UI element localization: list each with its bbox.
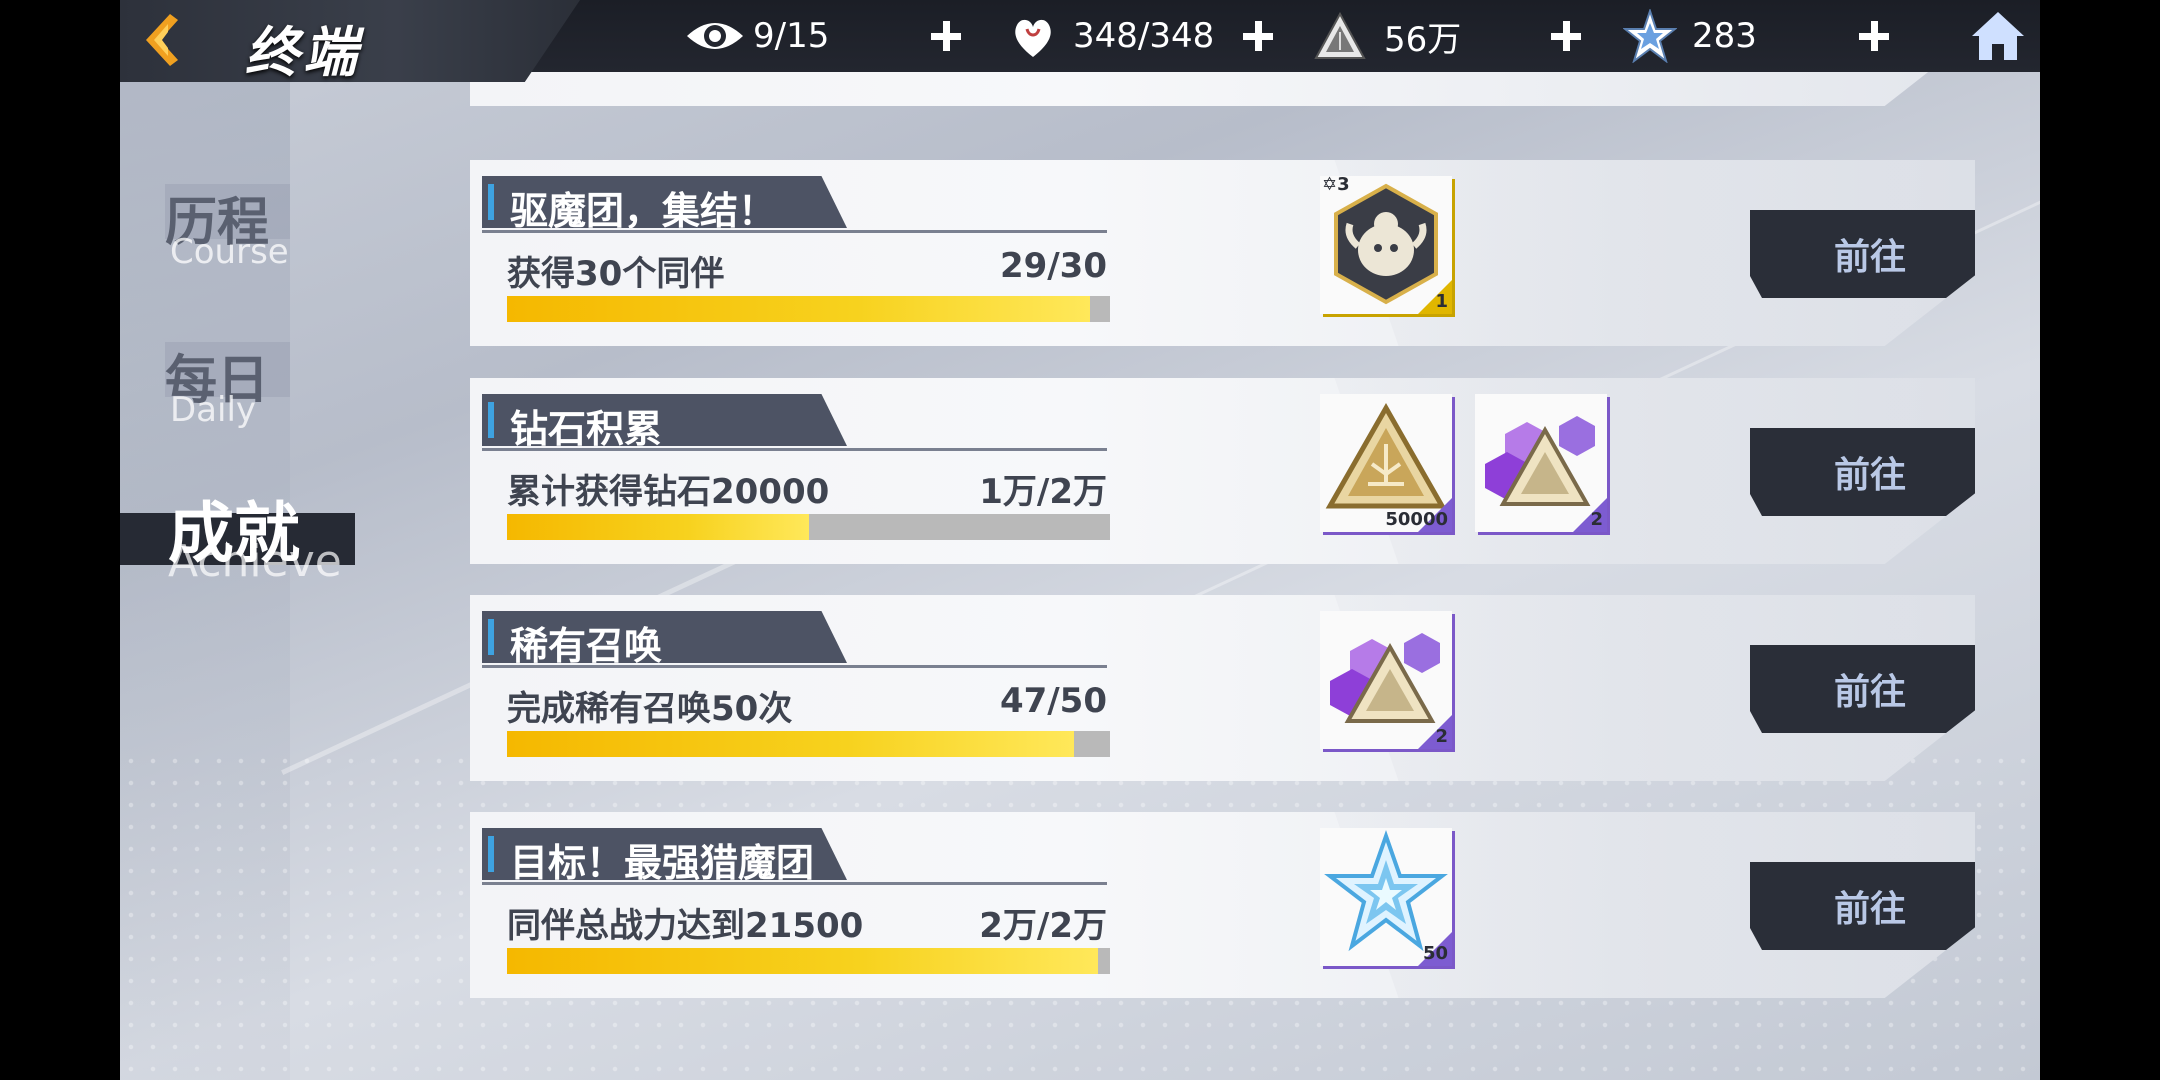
task-progress-fill [507, 514, 809, 540]
reward-item[interactable]: 50 [1320, 828, 1452, 966]
reward-quantity: 2 [1435, 726, 1448, 747]
task-divider [482, 448, 1107, 451]
add-stamina-button[interactable] [928, 18, 964, 54]
reward-star-badge: ✡3 [1322, 176, 1350, 195]
task-progress-fill [507, 731, 1074, 757]
add-diamond-button[interactable] [1548, 18, 1584, 54]
resource-value: 283 [1692, 16, 1757, 56]
reward-item[interactable]: 1 ✡3 [1320, 176, 1452, 314]
reward-star-count: 3 [1337, 176, 1350, 195]
task-title-bar: 钻石积累 [482, 394, 847, 446]
task-title: 钻石积累 [510, 407, 663, 451]
task-description: 累计获得钻石20000 [507, 472, 830, 512]
go-button[interactable]: 前往 [1750, 428, 1975, 516]
back-arrow-icon [146, 14, 178, 66]
game-screen: 终端 9/15 348/348 56万 283 历程 Course 每日 Dai… [120, 0, 2040, 1080]
eye-icon [685, 10, 745, 62]
task-title-bar: 目标！最强猎魔团 [482, 828, 847, 880]
tab-course[interactable]: 历程 Course [120, 180, 360, 280]
add-star-button[interactable] [1856, 18, 1892, 54]
task-card: 稀有召唤完成稀有召唤50次 47/50 2 前往 [470, 595, 1975, 781]
resource-value: 56万 [1384, 19, 1462, 60]
go-button-label: 前往 [1833, 455, 1906, 496]
page-title: 终端 [245, 21, 361, 84]
task-progress-text: 2万/2万 [979, 906, 1107, 946]
blue-star-icon [1620, 9, 1680, 63]
task-title: 目标！最强猎魔团 [510, 841, 815, 885]
go-button-label: 前往 [1833, 672, 1906, 713]
resource-value: 348/348 [1073, 16, 1215, 56]
reward-quantity: 50 [1422, 943, 1448, 964]
back-button[interactable] [138, 8, 188, 72]
resource-star: 283 [1620, 9, 1757, 63]
reward-item[interactable]: 2 [1320, 611, 1452, 749]
task-progress-fill [507, 948, 1098, 974]
diamond-triangle-icon [1310, 10, 1370, 62]
task-description: 完成稀有召唤50次 [507, 689, 793, 729]
go-button[interactable]: 前往 [1750, 862, 1975, 950]
task-progress-bar [507, 948, 1110, 974]
reward-item[interactable]: 50000 [1320, 394, 1452, 532]
resource-heart: 348/348 [1003, 10, 1214, 62]
go-button-label: 前往 [1833, 889, 1906, 930]
task-description: 同伴总战力达到21500 [507, 906, 864, 946]
task-title-bar: 驱魔团，集结！ [482, 176, 847, 228]
task-progress-text: 47/50 [999, 681, 1107, 721]
tab-daily[interactable]: 每日 Daily [120, 338, 360, 438]
reward-item[interactable]: 2 [1475, 394, 1607, 532]
task-card: 驱魔团，集结！ 获得30个同伴 29/30 1 ✡3 前往 [470, 160, 1975, 346]
task-progress-text: 29/30 [999, 246, 1107, 286]
tab-achieve[interactable]: 成就 Achieve [120, 470, 380, 587]
resource-value: 9/15 [753, 16, 830, 56]
go-button[interactable]: 前往 [1750, 210, 1975, 298]
task-title-bar: 稀有召唤 [482, 611, 847, 663]
tab-daily-sublabel: Daily [170, 390, 257, 430]
resource-stamina: 9/15 [685, 10, 829, 62]
task-description: 获得30个同伴 [507, 254, 725, 294]
task-progress-bar [507, 731, 1110, 757]
task-progress-text: 1万/2万 [979, 472, 1107, 512]
task-card: 钻石积累累计获得钻石20000 1万/2万 50000 2 前往 [470, 378, 1975, 564]
home-icon [1972, 12, 2024, 60]
task-title: 驱魔团，集结！ [510, 189, 777, 233]
reward-quantity: 50000 [1385, 509, 1448, 530]
task-progress-bar [507, 296, 1110, 322]
reward-quantity: 1 [1435, 291, 1448, 312]
task-divider [482, 665, 1107, 668]
heart-icon [1003, 10, 1063, 62]
star-icon: ✡ [1322, 176, 1338, 195]
task-progress-bar [507, 514, 1110, 540]
add-heart-button[interactable] [1240, 18, 1276, 54]
reward-quantity: 2 [1590, 509, 1603, 530]
home-button[interactable] [1970, 8, 2026, 64]
resource-diamond: 56万 [1310, 10, 1461, 62]
tab-course-sublabel: Course [170, 232, 289, 272]
task-title: 稀有召唤 [510, 624, 663, 668]
tab-achieve-sublabel: Achieve [168, 536, 342, 587]
task-divider [482, 882, 1107, 885]
task-divider [482, 230, 1107, 233]
go-button-label: 前往 [1833, 237, 1906, 278]
task-card: 目标！最强猎魔团同伴总战力达到21500 2万/2万 50 前往 [470, 812, 1975, 998]
task-progress-fill [507, 296, 1091, 322]
go-button[interactable]: 前往 [1750, 645, 1975, 733]
